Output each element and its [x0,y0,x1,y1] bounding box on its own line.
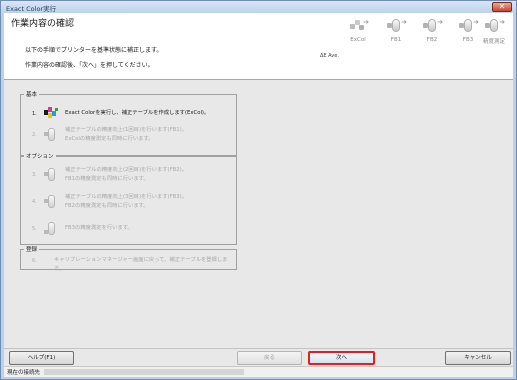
measure-device-icon [44,222,60,237]
step-fb1: ➜ FB1 [376,15,416,53]
back-button[interactable]: 戻る [237,351,302,365]
cancel-button[interactable]: キャンセル [445,351,511,365]
measure-device-icon: ➜ [387,18,407,34]
list-item: 2. 補正テーブルの精度向上(1回目)を行います(FB1)。 ExColの精度測… [21,126,236,146]
list-item: 6. キャリブレーションマネージャー画面に戻って、補正テーブルを登録します。 [21,255,236,272]
step-number: 3. [32,172,37,178]
app-window: Exact Color実行 ✕ 作業内容の確認 以下の手順でプリンターを基準状態… [0,0,517,380]
color-chart-icon: ➜ [349,18,369,34]
connection-label: 現在の接続先 [7,370,41,376]
list-item: 3. 補正テーブルの精度向上(2回目)を行います(FB2)。 FB1の精度測定も… [21,166,236,186]
step-description: キャリブレーションマネージャー画面に戻って、補正テーブルを登録します。 [54,257,228,272]
step-description: 補正テーブルの精度向上(3回目)を行います(FB3)。 FB2の精度測定も同時に… [65,194,188,209]
step-number: 6. [32,258,37,264]
measure-device-icon [44,168,60,183]
next-button[interactable]: 次へ [308,351,375,365]
measure-device-icon: ➜ [423,18,443,34]
footer-divider [4,348,513,349]
window-title: Exact Color実行 [6,5,57,13]
step-label: FB2 [426,37,438,43]
title-bar: Exact Color実行 ✕ [1,1,516,13]
close-icon[interactable]: ✕ [492,2,512,12]
group-option: オプション 3. 補正テーブルの精度向上(2回目)を行います(FB2)。 FB1… [20,152,237,245]
list-item: 4. 補正テーブルの精度向上(3回目)を行います(FB3)。 FB2の精度測定も… [21,193,236,213]
step-fb2: ➜ FB2 [412,15,452,53]
client-area: 作業内容の確認 以下の手順でプリンターを基準状態に補正します。 作業内容の確認後… [4,13,513,377]
step-excol: ➜ ExCol [338,15,378,53]
connection-value [44,369,244,375]
step-accuracy: ➜ 精度測定 [474,15,514,53]
step-description: Exact Colorを実行し、補正テーブルを作成します(ExCol)。 [65,110,210,116]
step-number: 2. [32,132,37,138]
help-button[interactable]: ヘルプ(F1) [9,351,74,365]
group-register: 登録 6. キャリブレーションマネージャー画面に戻って、補正テーブルを登録します… [20,245,237,272]
measure-device-icon [44,195,60,210]
step-label: ExCol [350,37,366,43]
step-label: FB1 [390,37,402,43]
color-chart-icon [44,107,60,122]
measure-device-icon: ➜ [485,18,505,34]
step-label: 精度測定 [482,39,505,45]
step-number: 1. [32,111,37,117]
header-divider [4,79,513,80]
instruction-line-2: 作業内容の確認後、「次へ」を押してください。 [25,62,154,69]
header-panel: 作業内容の確認 以下の手順でプリンターを基準状態に補正します。 作業内容の確認後… [4,13,513,79]
step-description: 補正テーブルの精度向上(1回目)を行います(FB1)。 ExColの精度測定も同… [65,127,188,142]
instruction-line-1: 以下の手順でプリンターを基準状態に補正します。 [25,47,163,54]
group-title: 基本 [24,90,40,98]
group-title: 登録 [24,245,40,253]
step-description: FB3の精度測定を行います。 [65,225,133,231]
page-title: 作業内容の確認 [11,19,75,29]
group-title: オプション [24,152,56,160]
group-basic: 基本 1. Exact Colorを実行し、補正テーブルを作成します(ExCol… [20,90,237,156]
measure-device-icon [44,128,60,143]
step-description: 補正テーブルの精度向上(2回目)を行います(FB2)。 FB1の精度測定も同時に… [65,167,188,182]
list-item: 5. FB3の精度測定を行います。 [21,220,236,240]
list-item: 1. Exact Colorを実行し、補正テーブルを作成します(ExCol)。 [21,106,236,126]
status-bar: 現在の接続先 [4,366,513,377]
delta-e-label: ΔE Ave. [320,53,339,59]
step-number: 4. [32,199,37,205]
step-number: 5. [32,226,37,232]
